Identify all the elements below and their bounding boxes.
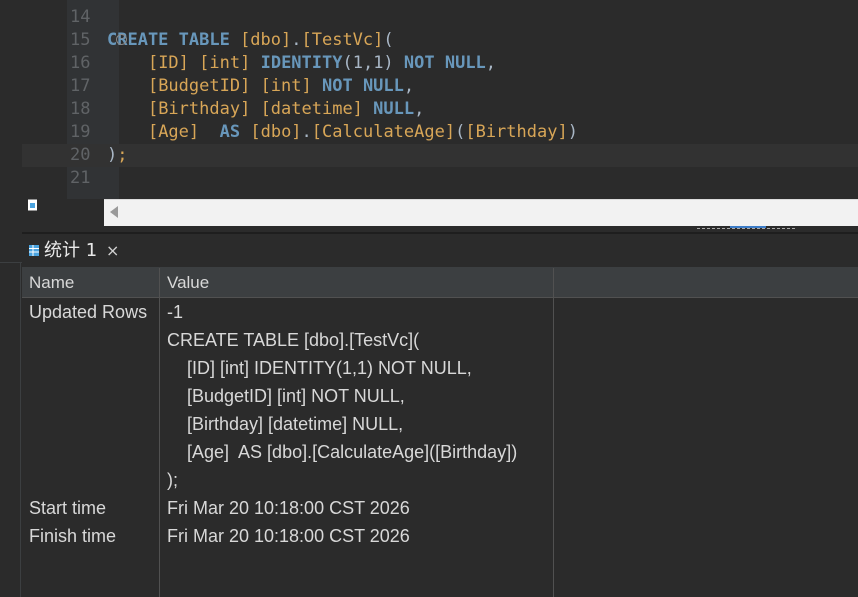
sql-punctuation: , bbox=[485, 53, 497, 73]
sql-punctuation bbox=[250, 53, 260, 73]
row-value-cell[interactable]: -1 bbox=[167, 298, 183, 326]
sql-punctuation bbox=[250, 99, 260, 119]
sql-keyword: NOT NULL bbox=[322, 76, 404, 96]
code-text: [ID] [int] IDENTITY(1,1) NOT NULL, bbox=[107, 52, 496, 75]
sql-identifier: [BudgetID] bbox=[147, 76, 251, 96]
sql-identifier: [int] bbox=[199, 53, 251, 73]
sql-punctuation: . bbox=[291, 30, 302, 50]
line-number: 19 bbox=[70, 122, 91, 142]
sql-file-icon[interactable] bbox=[27, 199, 39, 211]
sql-punctuation: , bbox=[403, 76, 415, 96]
sql-keyword: NOT NULL bbox=[403, 53, 486, 73]
sql-identifier: [Birthday] bbox=[465, 122, 568, 142]
sql-punctuation bbox=[107, 99, 148, 119]
line-number: 17 bbox=[70, 76, 91, 96]
row-value-cell[interactable]: [BudgetID] [int] NOT NULL, bbox=[167, 382, 405, 410]
column-divider[interactable] bbox=[159, 268, 160, 597]
code-text: CREATE TABLE [dbo].[TestVc]( bbox=[107, 29, 394, 52]
code-line[interactable]: 16 [ID] [int] IDENTITY(1,1) NOT NULL, bbox=[22, 52, 858, 75]
tab-statistics[interactable]: 统计 1 × bbox=[22, 234, 124, 267]
toolbar-divider bbox=[0, 262, 22, 263]
sql-identifier: [Birthday] bbox=[147, 99, 251, 119]
scroll-left-arrow-icon[interactable] bbox=[110, 206, 118, 218]
grid-header: Name Value bbox=[22, 268, 858, 298]
sql-punctuation: , bbox=[414, 99, 425, 119]
code-line[interactable]: 15 CREATE TABLE [dbo].[TestVc]( bbox=[22, 29, 858, 52]
sql-keyword: AS bbox=[219, 122, 241, 142]
row-value-cell[interactable]: Fri Mar 20 10:18:00 CST 2026 bbox=[167, 522, 410, 550]
code-text: ); bbox=[107, 144, 128, 167]
code-line[interactable]: 17 [BudgetID] [int] NOT NULL, bbox=[22, 75, 858, 98]
sql-punctuation: ) bbox=[567, 122, 578, 142]
sql-punctuation: ) bbox=[107, 145, 118, 165]
grid-table-icon bbox=[29, 245, 39, 256]
close-icon[interactable]: × bbox=[106, 240, 119, 262]
sql-punctuation: (1,1) bbox=[342, 53, 404, 73]
code-text: [Age] AS [dbo].[CalculateAge]([Birthday]… bbox=[107, 121, 578, 144]
results-grid[interactable]: Name Value Updated Rows -1 CREATE TABLE [d… bbox=[22, 268, 858, 597]
code-line[interactable]: 19 [Age] AS [dbo].[CalculateAge]([Birthd… bbox=[22, 121, 858, 144]
code-line[interactable]: 21 bbox=[22, 167, 858, 190]
column-divider[interactable] bbox=[553, 268, 554, 597]
row-value-cell[interactable]: [ID] [int] IDENTITY(1,1) NOT NULL, bbox=[167, 354, 472, 382]
code-line[interactable]: 14 bbox=[22, 6, 858, 29]
sql-punctuation: ( bbox=[455, 122, 466, 142]
row-name-cell[interactable]: Start time bbox=[29, 494, 106, 522]
sql-identifier: [datetime] bbox=[260, 99, 363, 119]
sql-keyword: IDENTITY bbox=[260, 53, 343, 73]
code-line[interactable]: 20); bbox=[22, 144, 858, 167]
line-number: 21 bbox=[70, 168, 91, 188]
sql-punctuation bbox=[312, 76, 322, 96]
sql-punctuation: ( bbox=[383, 30, 394, 50]
sql-punctuation bbox=[199, 122, 219, 142]
sql-punctuation bbox=[107, 76, 148, 96]
sql-identifier: ; bbox=[117, 145, 128, 165]
line-number: 16 bbox=[70, 53, 91, 73]
sql-punctuation: . bbox=[301, 122, 312, 142]
tab-label: 统计 1 bbox=[44, 240, 98, 261]
row-value-cell[interactable]: CREATE TABLE [dbo].[TestVc]( bbox=[167, 326, 419, 354]
results-tab-bar: 统计 1 × bbox=[22, 234, 858, 268]
row-value-cell[interactable]: ); bbox=[167, 466, 178, 494]
line-number: 20 bbox=[70, 145, 91, 165]
sql-punctuation bbox=[240, 122, 250, 142]
sql-punctuation bbox=[107, 53, 148, 73]
sql-keyword: NULL bbox=[373, 99, 415, 119]
fold-minus-icon[interactable]: − bbox=[116, 34, 127, 45]
left-toolbar bbox=[0, 0, 22, 597]
row-value-cell[interactable]: [Birthday] [datetime] NULL, bbox=[167, 410, 403, 438]
sql-punctuation bbox=[107, 122, 148, 142]
sql-identifier: [TestVc] bbox=[301, 30, 384, 50]
sql-punctuation bbox=[250, 76, 260, 96]
line-number: 18 bbox=[70, 99, 91, 119]
row-name-cell[interactable]: Updated Rows bbox=[29, 298, 147, 326]
sql-identifier: [int] bbox=[260, 76, 312, 96]
sql-identifier: [CalculateAge] bbox=[311, 122, 456, 142]
sql-identifier: [dbo] bbox=[240, 30, 292, 50]
sql-identifier: [dbo] bbox=[250, 122, 302, 142]
row-name-cell[interactable]: Finish time bbox=[29, 522, 116, 550]
column-header-name[interactable]: Name bbox=[29, 268, 74, 297]
horizontal-scrollbar[interactable] bbox=[104, 199, 858, 226]
toolbar-divider-vertical bbox=[20, 262, 21, 597]
column-header-value[interactable]: Value bbox=[167, 268, 209, 297]
row-value-cell[interactable]: Fri Mar 20 10:18:00 CST 2026 bbox=[167, 494, 410, 522]
sql-identifier: [Age] bbox=[147, 122, 200, 142]
code-text: [BudgetID] [int] NOT NULL, bbox=[107, 75, 414, 98]
code-text: [Birthday] [datetime] NULL, bbox=[107, 98, 424, 121]
sql-punctuation bbox=[189, 53, 199, 73]
sql-punctuation bbox=[363, 99, 373, 119]
line-number: 14 bbox=[70, 7, 91, 27]
sql-identifier: [ID] bbox=[147, 53, 189, 73]
code-line[interactable]: 18 [Birthday] [datetime] NULL, bbox=[22, 98, 858, 121]
sql-editor[interactable]: 14 15 CREATE TABLE [dbo].[TestVc](16 [ID] … bbox=[22, 0, 858, 199]
line-number: 15 bbox=[70, 30, 91, 50]
row-value-cell[interactable]: [Age] AS [dbo].[CalculateAge]([Birthday]… bbox=[167, 438, 517, 466]
